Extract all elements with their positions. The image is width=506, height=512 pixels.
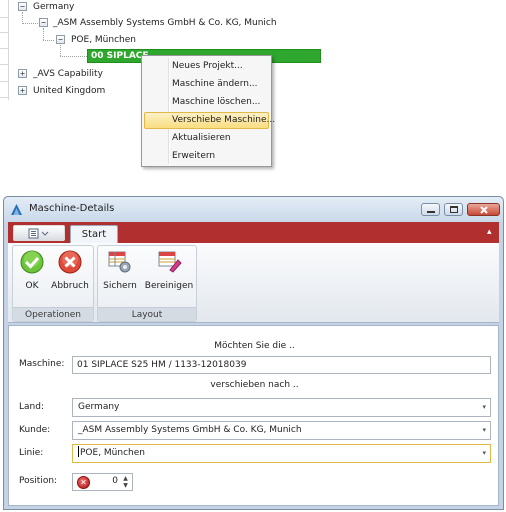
kunde-select[interactable]: _ASM Assembly Systems GmbH & Co. KG, Mun… <box>72 421 491 440</box>
minimize-icon <box>427 211 435 213</box>
save-layout-label: Sichern <box>103 281 137 291</box>
linie-label: Linie: <box>19 448 44 458</box>
text-cursor <box>78 446 79 457</box>
collapse-ribbon-icon[interactable]: ▴ <box>487 228 495 237</box>
tab-start[interactable]: Start <box>70 225 118 243</box>
position-stepper[interactable]: ✕ 0 ▲ ▼ <box>72 473 133 491</box>
close-icon <box>480 206 488 214</box>
cancel-button[interactable]: Abbruch <box>49 250 91 291</box>
group-label-layout: Layout <box>98 307 196 321</box>
expand-uk-icon[interactable]: + <box>18 86 27 95</box>
menu-item-new-project[interactable]: Neues Projekt... <box>144 58 269 75</box>
context-menu: Neues Projekt... Maschine ändern... Masc… <box>141 55 275 167</box>
clear-layout-label: Bereinigen <box>144 281 194 291</box>
ribbon-body: OK Abbruch Operationen Sichern Bereinige… <box>8 243 499 323</box>
ribbon-group-layout: Sichern Bereinigen Layout <box>97 245 197 322</box>
ribbon-group-operationen: OK Abbruch Operationen <box>12 245 94 322</box>
title-bar[interactable]: Maschine-Details <box>4 197 503 222</box>
collapse-germany-icon[interactable]: − <box>18 2 27 11</box>
app-logo-icon <box>11 204 22 215</box>
tree-gutter <box>0 0 9 100</box>
menu-item-edit-machine[interactable]: Maschine ändern... <box>144 76 269 93</box>
chevron-down-icon: ▾ <box>482 403 486 411</box>
menu-item-expand[interactable]: Erweitern <box>144 148 269 165</box>
chevron-down-icon: ▾ <box>482 449 486 457</box>
tree-node-avs-capability[interactable]: _AVS Capability <box>33 69 103 79</box>
land-label: Land: <box>19 402 44 412</box>
app-menu-icon <box>28 228 49 239</box>
maximize-icon <box>450 206 458 213</box>
collapse-asm-icon[interactable]: − <box>39 18 48 27</box>
save-layout-icon <box>108 251 131 273</box>
save-layout-button[interactable]: Sichern <box>100 250 140 291</box>
stepper-buttons[interactable]: ▲ ▼ <box>121 475 130 489</box>
chevron-down-icon: ▾ <box>482 426 486 434</box>
maschine-label: Maschine: <box>19 359 65 369</box>
land-value: Germany <box>78 402 120 412</box>
prompt-top: Möchten Sie die .. <box>214 341 295 351</box>
tree-node-poe-line[interactable]: POE, München <box>71 35 136 45</box>
kunde-label: Kunde: <box>19 425 51 435</box>
kunde-value: _ASM Assembly Systems GmbH & Co. KG, Mun… <box>78 425 302 435</box>
menu-item-refresh[interactable]: Aktualisieren <box>144 130 269 147</box>
expand-avs-icon[interactable]: + <box>18 69 27 78</box>
linie-select[interactable]: POE, München ▾ <box>72 444 491 463</box>
ok-label: OK <box>25 281 39 291</box>
clear-layout-icon <box>158 251 182 273</box>
prompt-middle: verschieben nach .. <box>210 380 299 390</box>
land-select[interactable]: Germany ▾ <box>72 398 491 417</box>
cancel-x-icon <box>58 250 82 274</box>
menu-item-delete-machine[interactable]: Maschine löschen... <box>144 94 269 111</box>
cancel-label: Abbruch <box>51 281 89 291</box>
clear-layout-button[interactable]: Bereinigen <box>142 250 196 291</box>
application-menu-button[interactable] <box>13 225 65 241</box>
window-title: Maschine-Details <box>29 203 115 214</box>
form-area: Möchten Sie die .. Maschine: 01 SIPLACE … <box>8 325 499 506</box>
tree-node-germany[interactable]: Germany <box>33 2 74 12</box>
selected-machine-label: 00 SIPLACE <box>91 51 149 61</box>
machine-details-window: Maschine-Details Start ▴ OK Abbruch Oper… <box>3 196 504 510</box>
tree-node-asm-customer[interactable]: _ASM Assembly Systems GmbH & Co. KG, Mun… <box>53 18 277 28</box>
maximize-button[interactable] <box>444 203 463 216</box>
close-button[interactable] <box>467 203 500 216</box>
collapse-poe-icon[interactable]: − <box>56 35 65 44</box>
linie-value: POE, München <box>80 448 145 458</box>
group-label-operationen: Operationen <box>13 307 93 321</box>
menu-item-move-machine[interactable]: Verschiebe Maschine... <box>144 112 275 129</box>
error-icon: ✕ <box>77 476 90 489</box>
ok-button[interactable]: OK <box>17 250 47 291</box>
ribbon-tab-bar: Start ▴ <box>8 222 499 243</box>
position-value: 0 <box>112 476 118 486</box>
stepper-up-icon[interactable]: ▲ <box>121 475 130 482</box>
maschine-field[interactable]: 01 SIPLACE S25 HM / 1133-12018039 <box>72 356 491 374</box>
tree-node-united-kingdom[interactable]: United Kingdom <box>33 86 105 96</box>
minimize-button[interactable] <box>421 203 440 216</box>
ok-check-icon <box>20 250 44 274</box>
stepper-down-icon[interactable]: ▼ <box>121 482 130 489</box>
position-label: Position: <box>19 476 58 486</box>
